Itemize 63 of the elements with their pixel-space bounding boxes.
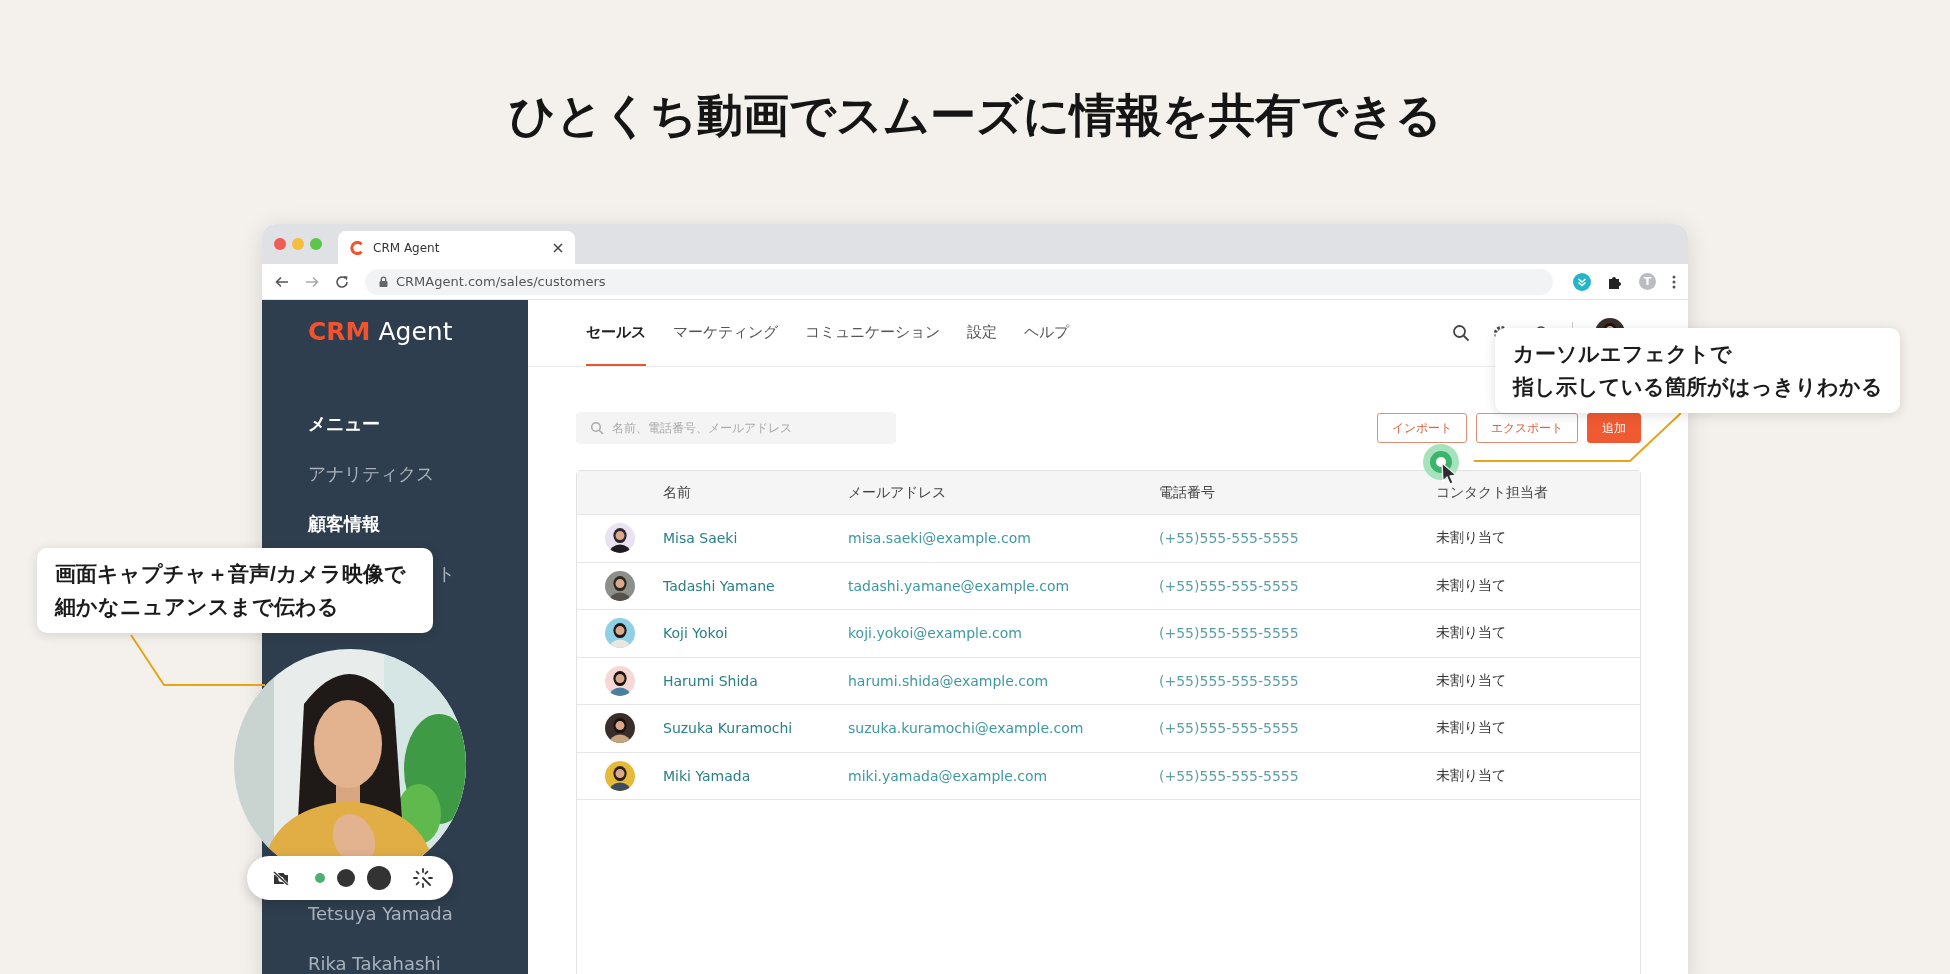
callout-tooltip: カーソルエフェクトで 指し示している箇所がはっきりわかる — [1495, 328, 1900, 413]
contact-cell-text: 未割り当て — [1436, 719, 1507, 738]
customer-name[interactable]: Misa Saeki — [663, 530, 848, 547]
action-button[interactable]: インポート — [1377, 413, 1467, 443]
tab-title: CRM Agent — [373, 240, 440, 255]
email-cell-text: koji.yokoi@example.com — [848, 625, 1023, 642]
sidebar-item[interactable]: アナリティクス — [308, 462, 434, 486]
add-button[interactable]: 追加 — [1587, 413, 1641, 443]
member-item[interactable]: Rika Takahashi — [308, 952, 441, 974]
sidebar-item[interactable]: 顧客情報 — [308, 512, 380, 536]
callout-tooltip: 画面キャプチャ＋音声/カメラ映像で 細かなニュアンスまで伝わる — [37, 548, 433, 633]
nav-tab[interactable]: ヘルプ — [1024, 300, 1069, 366]
camera-off-icon[interactable] — [273, 871, 289, 885]
phone-cell-text: (+55)555-555-5555 — [1159, 672, 1300, 689]
action-button[interactable]: エクスポート — [1476, 413, 1578, 443]
menu-heading: メニュー — [308, 412, 380, 436]
column-header: 電話番号 — [1159, 483, 1216, 502]
contact-cell-text: 未割り当て — [1436, 766, 1507, 785]
browser-tab[interactable]: CRM Agent — [338, 231, 575, 264]
email-cell-text: harumi.shida@example.com — [848, 672, 1050, 689]
nav-tab[interactable]: コミュニケーション — [805, 300, 940, 366]
nav-tab[interactable]: セールス — [586, 300, 646, 366]
column-header: 名前 — [663, 483, 692, 502]
app-logo-icon — [350, 240, 364, 255]
phone-cell-text: (+55)555-555-5555 — [1159, 720, 1300, 737]
more-menu-icon[interactable] — [1672, 274, 1676, 289]
customer-name[interactable]: Miki Yamada — [663, 767, 848, 784]
email-cell-text: misa.saeki@example.com — [848, 530, 1032, 547]
email-cell-text: tadashi.yamane@example.com — [848, 577, 1071, 594]
search-icon[interactable] — [1452, 324, 1470, 342]
page-headline: ひとくち動画でスムーズに情報を共有できる — [507, 88, 1443, 143]
contact-cell-text: 未割り当て — [1436, 529, 1507, 548]
contact-cell-text: 未割り当て — [1436, 671, 1507, 690]
sidebar-item[interactable]: ト — [437, 562, 455, 586]
contact-cell-text: 未割り当て — [1436, 576, 1507, 595]
nav-tab[interactable]: マーケティング — [673, 300, 778, 366]
address-bar[interactable]: CRMAgent.com/sales/customers — [365, 268, 1553, 295]
reload-icon[interactable] — [335, 274, 349, 289]
email-cell-text: miki.yamada@example.com — [848, 767, 1049, 784]
column-header: コンタクト担当者 — [1436, 483, 1549, 502]
back-arrow-icon[interactable] — [275, 275, 289, 288]
phone-cell-text: (+55)555-555-5555 — [1159, 625, 1300, 642]
lock-icon — [379, 276, 388, 287]
column-header: メールアドレス — [848, 483, 947, 502]
phone-cell-text: (+55)555-555-5555 — [1159, 767, 1300, 784]
customer-name[interactable]: Suzuka Kuramochi — [663, 720, 848, 737]
email-cell-text: suzuka.kuramochi@example.com — [848, 720, 1085, 737]
bubble-size-option[interactable] — [367, 866, 391, 890]
member-item[interactable]: Tetsuya Yamada — [308, 902, 453, 926]
close-icon[interactable] — [553, 242, 563, 253]
customer-name[interactable]: Harumi Shida — [663, 672, 848, 689]
phone-cell-text: (+55)555-555-5555 — [1159, 530, 1300, 547]
contact-cell-text: 未割り当て — [1436, 624, 1507, 643]
nav-tab[interactable]: 設定 — [967, 300, 997, 366]
app-logo: CRM Agent — [308, 316, 453, 348]
sparkle-icon[interactable] — [413, 868, 433, 888]
search-field[interactable]: 名前、電話番号、メールアドレス — [576, 412, 896, 444]
bubble-size-option[interactable] — [337, 869, 355, 887]
customer-name[interactable]: Tadashi Yamane — [663, 577, 848, 594]
customer-name[interactable]: Koji Yokoi — [663, 625, 848, 642]
window-controls-icon[interactable] — [274, 238, 322, 250]
phone-cell-text: (+55)555-555-5555 — [1159, 577, 1300, 594]
search-icon — [590, 421, 604, 435]
